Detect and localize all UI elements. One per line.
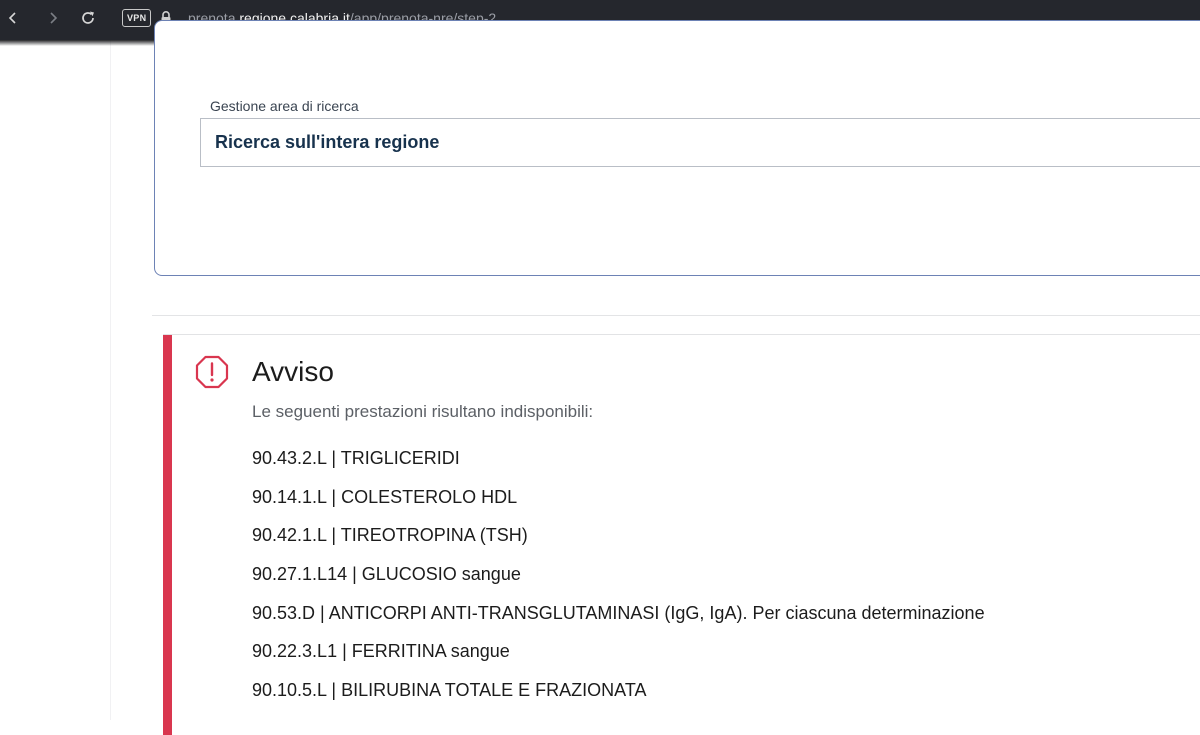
page-content: Gestione area di ricerca Ricerca sull'in… [0,20,1200,735]
chevron-right-icon [50,12,58,24]
alert-subtitle: Le seguenti prestazioni risultano indisp… [252,402,594,421]
search-area-label: Gestione area di ricerca [210,98,359,114]
exclamation-octagon-icon [195,355,229,389]
left-gutter [0,40,111,720]
alert-accent-bar [163,335,172,735]
list-item: 90.43.2.L | TRIGLICERIDI [252,448,460,468]
vpn-badge[interactable]: VPN [122,9,152,27]
chevron-left-icon [8,12,16,24]
back-button[interactable] [2,0,24,36]
list-item: 90.14.1.L | COLESTEROLO HDL [252,486,518,507]
unavailable-services-list: 90.43.2.L | TRIGLICERIDI 90.14.1.L | COL… [252,447,985,718]
reload-button[interactable] [77,0,99,36]
reload-icon [82,11,94,24]
search-area-select[interactable]: Ricerca sull'intera regione [200,118,1200,167]
list-item: 90.27.1.L14 | GLUCOSIO sangue [252,564,521,585]
forward-button[interactable] [42,0,64,36]
list-item: 90.10.5.L | BILIRUBINA TOTALE E FRAZIONA… [252,680,647,701]
unavailable-alert: Avviso Le seguenti prestazioni risultano… [163,334,1200,735]
list-item: 90.42.1.L | TIREOTROPINA (TSH) [252,525,528,546]
list-item: 90.22.3.L1 | FERRITINA sangue [252,641,510,662]
section-divider [152,315,1200,316]
list-item: 90.53.D | ANTICORPI ANTI-TRANSGLUTAMINAS… [252,602,985,623]
alert-title: Avviso [252,356,334,387]
